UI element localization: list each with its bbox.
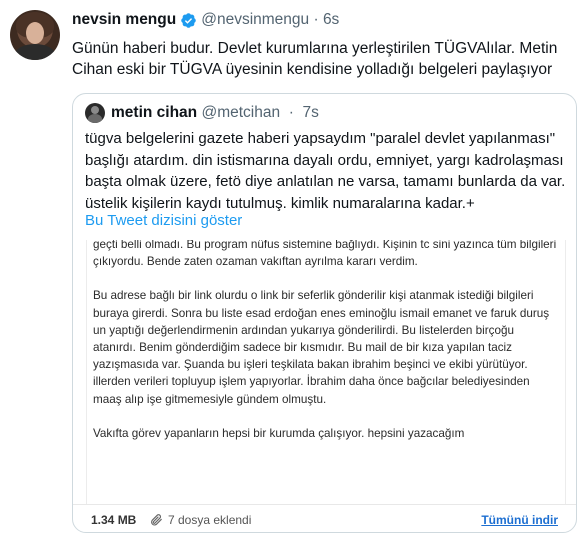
attachment-bar: 1.34 MB 7 dosya eklendi Tümünü indir	[73, 504, 576, 532]
quoted-author-avatar[interactable]	[85, 103, 105, 123]
author-name[interactable]: nevsin mengu	[72, 11, 176, 29]
tweet-time[interactable]: 6s	[323, 11, 339, 29]
dot-separator: ·	[309, 11, 323, 28]
quoted-tweet-time[interactable]: 7s	[303, 104, 319, 121]
quoted-tweet[interactable]: metin cihan @metcihan · 7s tügva belgele…	[72, 93, 577, 533]
attachment-count: 7 dosya eklendi	[168, 513, 252, 527]
document-paragraph: Vakıfta görev yapanların hepsi bir kurum…	[93, 426, 465, 440]
author-avatar[interactable]	[10, 10, 60, 60]
document-paragraph: Bu adrese bağlı bir link olurdu o link b…	[93, 289, 550, 406]
download-all-link[interactable]: Tümünü indir	[481, 513, 558, 527]
quoted-author-handle[interactable]: @metcihan	[201, 104, 280, 121]
tweet-header: nevsin mengu @nevsinmengu · 6s	[72, 11, 339, 29]
quoted-tweet-text: tügva belgelerini gazete haberi yapsaydı…	[85, 130, 566, 212]
show-thread-link[interactable]: Bu Tweet dizisini göster	[85, 212, 242, 229]
quoted-author-name[interactable]: metin cihan	[111, 104, 197, 121]
author-handle[interactable]: @nevsinmengu	[201, 11, 309, 29]
quoted-tweet-header: metin cihan @metcihan · 7s	[111, 104, 319, 122]
document-paragraph: geçti belli olmadı. Bu program nüfus sis…	[93, 240, 557, 269]
attachment-size: 1.34 MB	[91, 513, 137, 527]
tweet-text: Günün haberi budur. Devlet kurumlarına y…	[72, 40, 558, 78]
paperclip-icon	[151, 514, 162, 526]
quoted-dot-separator: ·	[284, 104, 299, 121]
document-text: geçti belli olmadı. Bu program nüfus sis…	[93, 240, 558, 459]
verified-badge-icon	[181, 12, 196, 28]
document-image[interactable]: geçti belli olmadı. Bu program nüfus sis…	[86, 240, 566, 504]
